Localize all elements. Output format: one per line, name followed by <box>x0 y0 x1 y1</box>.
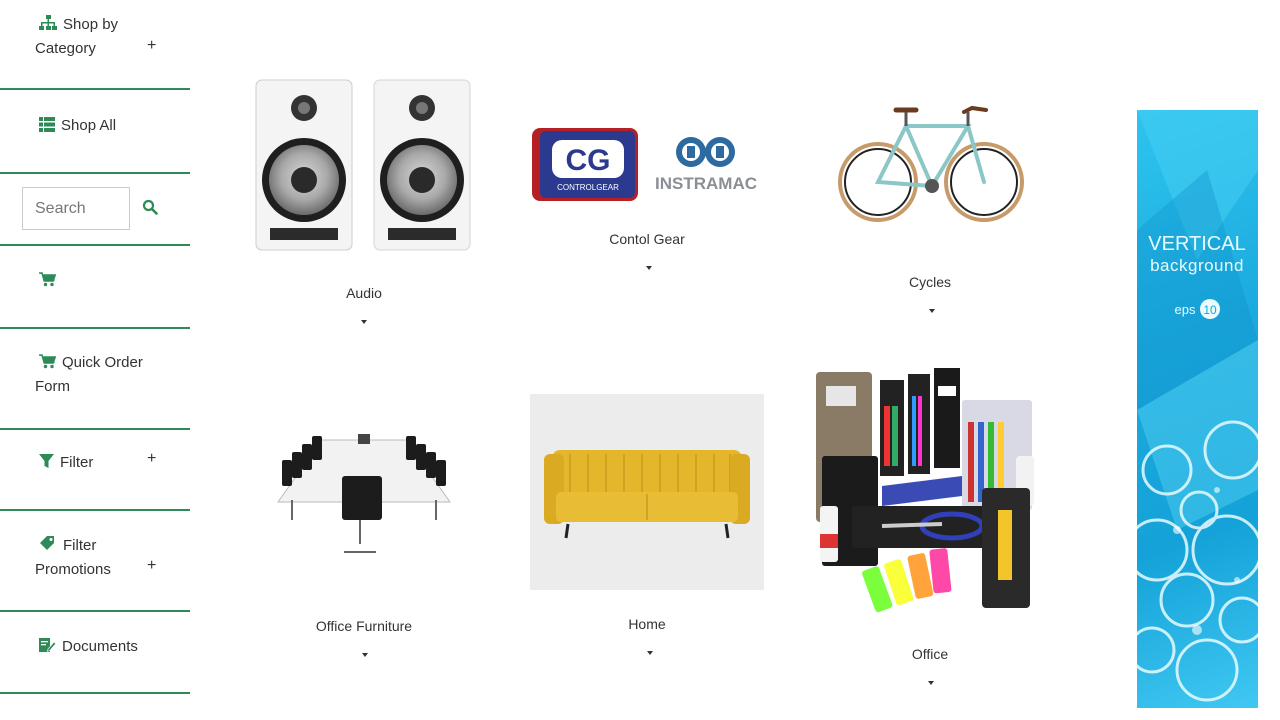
filter-block <box>0 430 190 511</box>
document-edit-icon <box>39 637 57 660</box>
product-label-office-furniture[interactable]: Office Furniture <box>264 618 464 634</box>
audio-speakers-image <box>255 79 471 251</box>
filter-promotions-label-line1: Filter <box>63 537 97 554</box>
controlgear-logo: CG CONTROLGEAR <box>532 128 638 201</box>
vertical-banner-ad[interactable]: VERTICAL background eps 10 <box>1137 110 1258 708</box>
shop-by-category-label-line2: Category <box>35 40 96 57</box>
filter-icon <box>39 454 54 476</box>
office-dropdown-caret[interactable] <box>928 681 934 685</box>
banner-eps-label: eps <box>1175 302 1196 317</box>
shop-by-category-label-line1: Shop by <box>63 16 119 33</box>
quick-order-form-link[interactable]: Quick Order Form <box>35 352 143 398</box>
page: Shop by Category + Shop All Quick Order <box>0 0 1280 720</box>
banner-subtitle: background <box>1150 256 1244 275</box>
sidebar: Shop by Category + Shop All Quick Order <box>0 0 190 720</box>
list-icon <box>39 117 55 139</box>
office-supplies-image <box>816 368 1034 613</box>
filter-promotions-link[interactable]: Filter Promotions <box>35 535 111 581</box>
cart-icon <box>39 354 57 376</box>
instramac-text: INSTRAMAC <box>655 174 757 193</box>
banner-artwork: VERTICAL background eps 10 <box>1137 110 1258 702</box>
product-label-home[interactable]: Home <box>547 616 747 632</box>
instramac-logo: INSTRAMAC <box>655 137 757 193</box>
filter-link[interactable]: Filter <box>39 452 93 476</box>
sofa-image <box>530 394 764 590</box>
search-input[interactable] <box>22 187 130 230</box>
cycles-dropdown-caret[interactable] <box>929 309 935 313</box>
office-furniture-dropdown-caret[interactable] <box>362 653 368 657</box>
home-dropdown-caret[interactable] <box>647 651 653 655</box>
expand-promotions-plus[interactable]: + <box>147 557 156 575</box>
bicycle-image <box>838 105 1024 222</box>
product-label-cycles[interactable]: Cycles <box>830 274 1030 290</box>
quick-order-label-line2: Form <box>35 378 70 395</box>
controlgear-text: CONTROLGEAR <box>557 183 619 192</box>
documents-link[interactable]: Documents <box>39 636 138 660</box>
cart-block <box>0 246 190 329</box>
product-label-office[interactable]: Office <box>830 646 1030 662</box>
controlgear-mark: CG <box>566 144 611 177</box>
shop-all-link[interactable]: Shop All <box>39 115 116 139</box>
expand-filter-plus[interactable]: + <box>147 450 156 468</box>
sitemap-icon <box>39 15 57 38</box>
documents-label: Documents <box>62 638 138 655</box>
banner-title: VERTICAL <box>1148 233 1245 255</box>
shop-by-category-link[interactable]: Shop by Category <box>35 14 118 60</box>
conference-table-image <box>277 434 451 553</box>
quick-order-label-line1: Quick Order <box>62 354 143 371</box>
control-gear-dropdown-caret[interactable] <box>646 266 652 270</box>
expand-category-plus[interactable]: + <box>147 37 156 55</box>
product-label-control-gear[interactable]: Contol Gear <box>547 231 747 247</box>
cart-icon[interactable] <box>39 272 57 292</box>
tag-icon <box>39 535 57 559</box>
product-label-audio[interactable]: Audio <box>264 285 464 301</box>
search-icon[interactable] <box>142 199 158 220</box>
shop-all-label: Shop All <box>61 117 117 134</box>
banner-eps-number: 10 <box>1203 303 1217 317</box>
audio-dropdown-caret[interactable] <box>361 320 367 324</box>
filter-promotions-label-line2: Promotions <box>35 561 111 578</box>
filter-label: Filter <box>60 454 94 471</box>
